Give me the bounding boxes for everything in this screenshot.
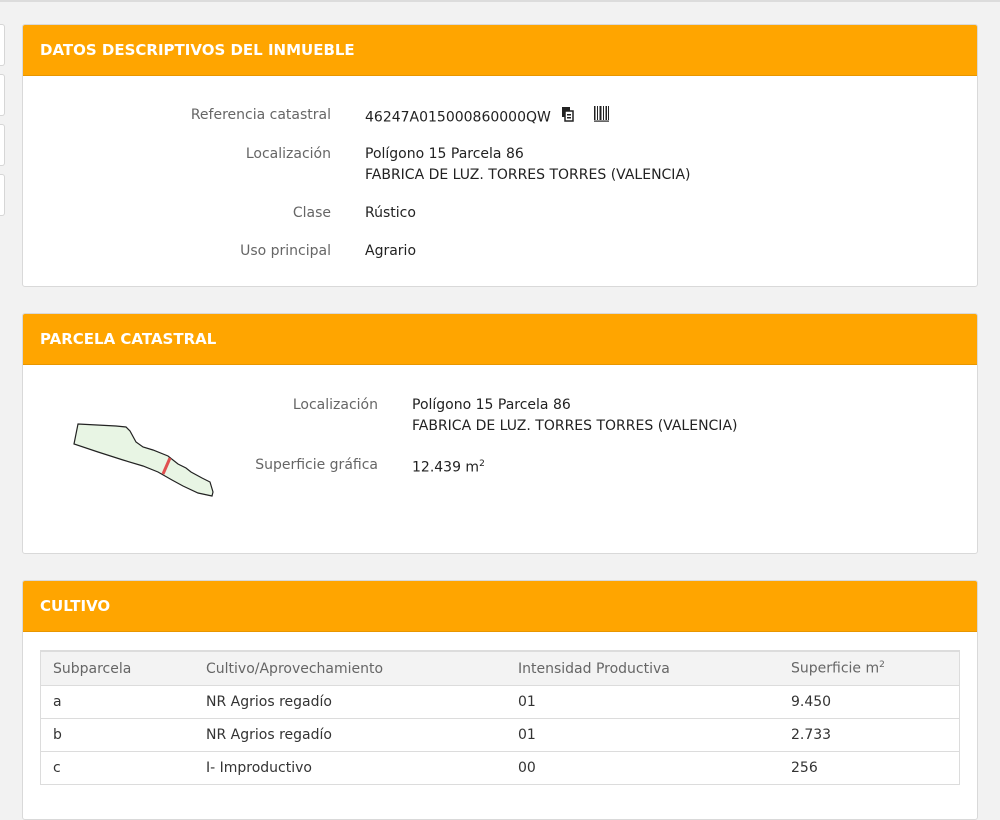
parcel-location-value: Polígono 15 Parcela 86 FABRICA DE LUZ. T…	[412, 395, 737, 437]
cell-intensity: 01	[506, 685, 779, 719]
cell-area: 2.733	[779, 718, 959, 752]
location-line-2: FABRICA DE LUZ. TORRES TORRES (VALENCIA)	[365, 167, 691, 183]
cell-subparcel: b	[41, 718, 194, 752]
descriptive-data-panel: DATOS DESCRIPTIVOS DEL INMUEBLE Referenc…	[22, 24, 978, 287]
table-row: b NR Agrios regadío 01 2.733	[41, 718, 959, 752]
col-intensity: Intensidad Productiva	[506, 651, 779, 686]
ref-row: 46247A015000860000QW	[365, 106, 609, 129]
parcel-area-value: 12.439 m2	[412, 454, 485, 479]
ref-label: Referencia catastral	[190, 107, 331, 123]
location-value: Polígono 15 Parcela 86 FABRICA DE LUZ. T…	[365, 144, 690, 186]
ref-value: 46247A015000860000QW	[365, 109, 551, 126]
crop-panel: CULTIVO Subparcela Cultivo/Aprovechamien…	[22, 580, 978, 820]
cell-crop: I- Improductivo	[206, 760, 312, 776]
class-value: Rústico	[365, 205, 416, 221]
cell-crop: NR Agrios regadío	[194, 718, 506, 752]
use-value: Agrario	[365, 243, 417, 259]
panel-title: CULTIVO	[23, 581, 977, 632]
col-area: Superficie m2	[779, 651, 959, 686]
panel-title: PARCELA CATASTRAL	[23, 314, 977, 365]
col-subparcel: Subparcela	[41, 651, 194, 686]
side-tab[interactable]	[0, 124, 5, 166]
cadastral-parcel-panel: PARCELA CATASTRAL Localización Polígono …	[22, 313, 978, 554]
area-number: 12.439 m	[412, 459, 480, 476]
col-area-text: Superficie m	[791, 660, 880, 677]
side-tab[interactable]	[0, 24, 5, 66]
panel-title: DATOS DESCRIPTIVOS DEL INMUEBLE	[23, 25, 977, 76]
col-area-exponent: 2	[879, 660, 885, 671]
cell-crop: NR Agrios regadío	[194, 685, 506, 719]
barcode-icon[interactable]	[593, 106, 609, 129]
side-tab[interactable]	[0, 174, 5, 216]
cell-intensity: 01	[506, 718, 779, 752]
parcel-location-line-1: Polígono 15 Parcela 86	[412, 397, 571, 413]
table-header-row: Subparcela Cultivo/Aprovechamiento Inten…	[41, 651, 959, 686]
copy-icon[interactable]	[561, 106, 575, 129]
top-border	[0, 0, 1000, 2]
location-line-1: Polígono 15 Parcela 86	[365, 146, 524, 162]
parcel-location-line-2: FABRICA DE LUZ. TORRES TORRES (VALENCIA)	[412, 418, 738, 434]
cell-subparcel: c	[53, 760, 61, 776]
class-label: Clase	[292, 205, 331, 221]
parcel-area-label: Superficie gráfica	[255, 457, 378, 473]
crop-table: Subparcela Cultivo/Aprovechamiento Inten…	[40, 650, 960, 785]
cell-area: 9.450	[779, 685, 959, 719]
cell-area: 256	[791, 760, 818, 776]
parcel-location-label: Localización	[292, 397, 378, 413]
use-label: Uso principal	[240, 243, 331, 259]
side-tab[interactable]	[0, 74, 5, 116]
cell-intensity: 00	[518, 760, 536, 776]
crop-table-grid: Subparcela Cultivo/Aprovechamiento Inten…	[41, 651, 959, 784]
table-row: a NR Agrios regadío 01 9.450	[41, 685, 959, 719]
col-crop: Cultivo/Aprovechamiento	[194, 651, 506, 686]
cell-subparcel: a	[41, 685, 194, 719]
table-row: c I- Improductivo 00 256	[41, 752, 959, 785]
area-unit-exponent: 2	[479, 459, 485, 469]
location-label: Localización	[245, 146, 331, 162]
